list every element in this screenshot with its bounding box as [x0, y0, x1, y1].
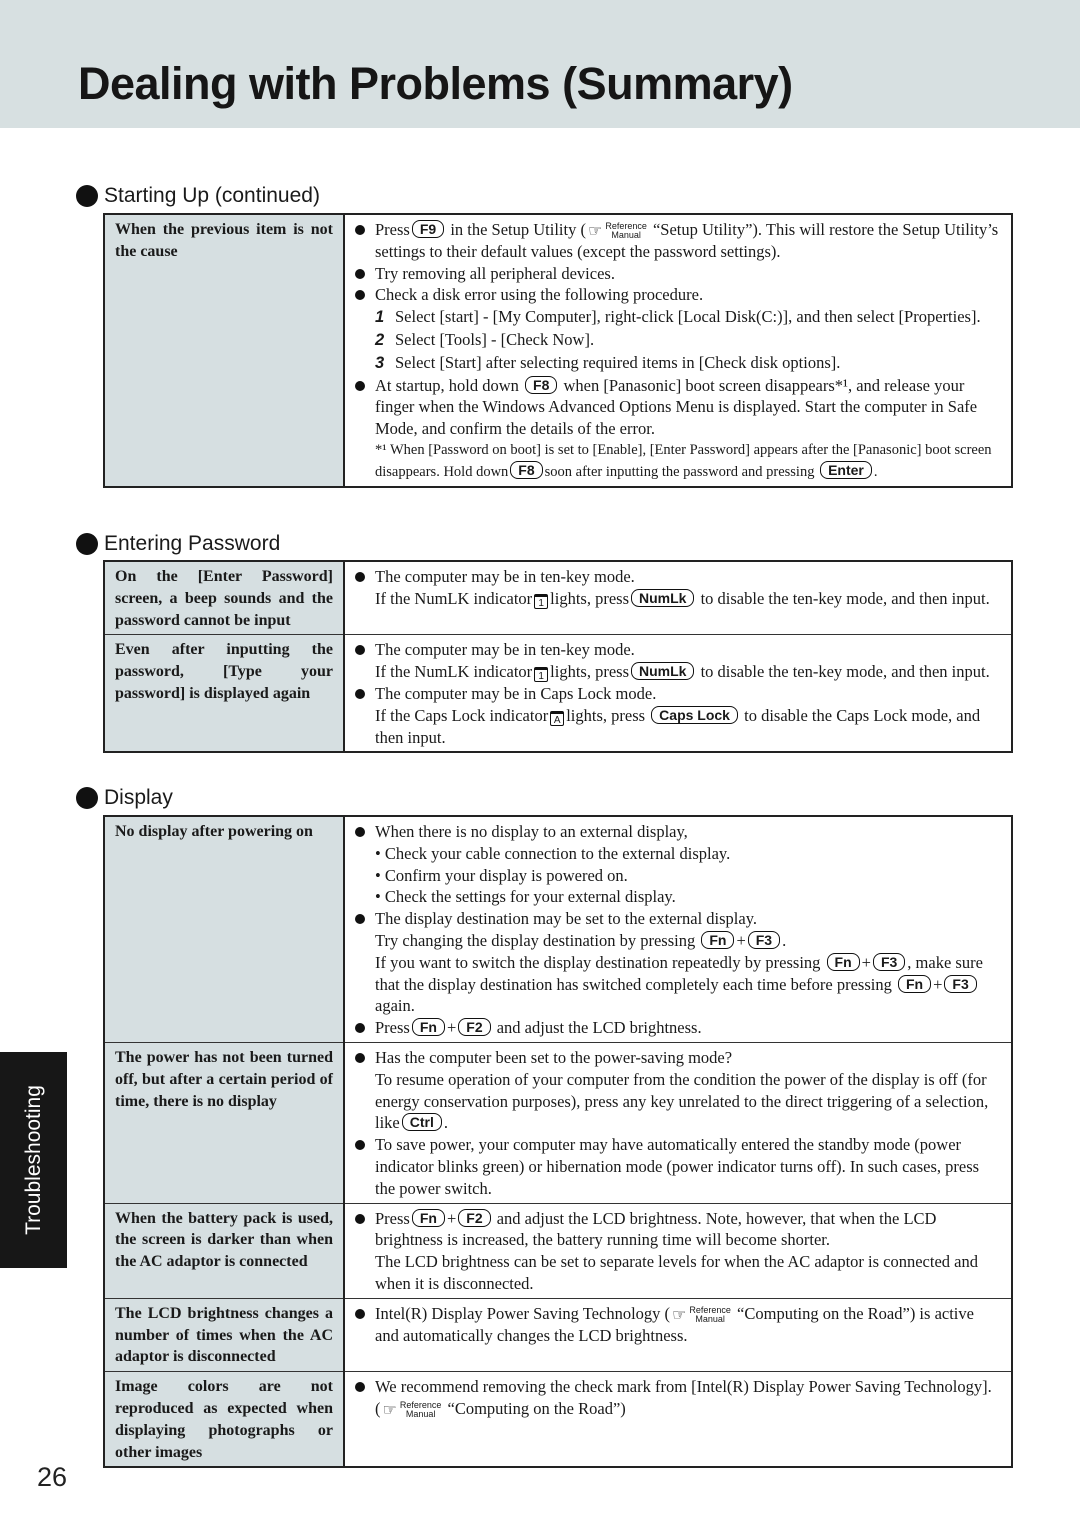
solution-cell: Press Fn + F2 and adjust the LCD brightness… [344, 1202, 1012, 1299]
cause-cell: Even after inputting the password, [Type… [104, 634, 345, 753]
key-caps-lock: Caps Lock [651, 705, 738, 724]
page-number: 26 [37, 1462, 68, 1492]
starting-up-table: When the previous item is not the cause … [103, 213, 1013, 488]
solution-item: Check a disk error using the following p… [355, 284, 1001, 306]
key-fn: Fn [897, 974, 932, 993]
key-f3: F3 [747, 930, 781, 949]
table-row: Even after inputting the password, [Type… [104, 634, 1012, 753]
solution-subitem: • Check the settings for your external d… [375, 887, 676, 907]
step-item: 2 Select [Tools] - [Check Now]. [375, 329, 595, 349]
solution-item: Press F9 in the Setup Utility (☞ Reference… [355, 219, 1001, 263]
section-heading-display: Display [76, 785, 173, 811]
reference-manual-icon: ☞ Reference Manual [382, 1400, 442, 1420]
section-heading-entering-password: Entering Password [76, 531, 280, 557]
pointing-hand-icon: ☞ [672, 1304, 687, 1324]
solution-detail: Try changing the display destination by … [375, 930, 787, 950]
capslock-indicator-icon: A [550, 710, 565, 726]
key-f9: F9 [411, 220, 445, 238]
solution-item: Try removing all peripheral devices. [355, 263, 1001, 285]
bullet-icon [76, 787, 98, 809]
solution-cell: The computer may be in ten-key mode. If … [344, 561, 1012, 635]
cause-cell: The LCD brightness changes a number of t… [104, 1297, 345, 1372]
reference-manual-icon: ☞ Reference Manual [672, 1304, 731, 1324]
pointing-hand-icon: ☞ [587, 221, 603, 241]
key-f2: F2 [458, 1018, 491, 1037]
solution-detail: If you want to switch the display destin… [375, 952, 983, 1016]
cause-cell: No display after powering on [104, 816, 345, 1043]
bullet-icon [76, 185, 98, 207]
key-fn: Fn [411, 1018, 445, 1037]
solution-cell: Press F9 in the Setup Utility (☞ Reference… [344, 214, 1012, 487]
key-f8: F8 [510, 460, 543, 479]
section-heading-starting-up: Starting Up (continued) [76, 183, 320, 209]
solution-detail: If the NumLK indicator 1 lights, press NumL… [375, 662, 990, 683]
table-row: On the [Enter Password] screen, a beep s… [104, 561, 1012, 635]
solution-detail: The LCD brightness can be set to separat… [375, 1252, 978, 1293]
key-enter: Enter [820, 460, 872, 479]
solution-subitem: • Check your cable connection to the ext… [375, 843, 731, 863]
solution-item: The computer may be in ten-key mode. [355, 639, 1001, 661]
footnote: *¹ When [Password on boot] is set to [En… [375, 441, 992, 480]
step-item: 3 Select [Start] after selecting required… [375, 352, 841, 372]
numlock-indicator-icon: 1 [534, 667, 549, 683]
key-f3: F3 [872, 952, 906, 971]
key-numlk: NumLk [631, 588, 695, 607]
key-numlk: NumLk [631, 662, 695, 681]
page-title: Dealing with Problems (Summary) [78, 58, 793, 109]
solution-cell: Has the computer been set to the power-s… [344, 1041, 1012, 1204]
numlock-indicator-icon: 1 [534, 593, 549, 609]
solution-item: The display destination may be set to th… [355, 908, 1001, 930]
reference-manual-icon: ☞ Reference Manual [587, 221, 647, 241]
solution-item: Press Fn + F2 and adjust the LCD brightness… [355, 1208, 1001, 1252]
solution-item: At startup, hold down F8 when [Panasonic… [355, 375, 1001, 440]
step-item: 1 Select [start] - [My Computer], right-c… [375, 307, 981, 327]
solution-item: We recommend removing the check mark fro… [355, 1376, 1001, 1420]
solution-detail: If the Caps Lock indicator Alights, press… [375, 705, 981, 747]
table-row: When the battery pack is used, the scree… [104, 1202, 1012, 1299]
solution-detail: If the NumLK indicator 1 lights, press NumL… [375, 588, 990, 609]
solution-cell: Intel(R) Display Power Saving Technology… [344, 1297, 1012, 1372]
solution-item: To save power, your computer may have au… [355, 1134, 1001, 1199]
cause-cell: The power has not been turned off, but a… [104, 1041, 345, 1204]
solution-item: The computer may be in Caps Lock mode. [355, 683, 1001, 705]
side-tab-troubleshooting: Troubleshooting [0, 1052, 67, 1268]
key-f8: F8 [525, 375, 558, 394]
key-fn: Fn [826, 952, 860, 971]
key-fn: Fn [701, 930, 735, 949]
solution-cell: The computer may be in ten-key mode. If … [344, 634, 1012, 753]
entering-password-table: On the [Enter Password] screen, a beep s… [103, 560, 1013, 754]
solution-item: Has the computer been set to the power-s… [355, 1047, 1001, 1069]
solution-cell: When there is no display to an external … [344, 816, 1012, 1043]
cause-cell: On the [Enter Password] screen, a beep s… [104, 561, 345, 635]
pointing-hand-icon: ☞ [382, 1400, 397, 1420]
table-row: When the previous item is not the cause … [104, 214, 1012, 487]
solution-cell: We recommend removing the check mark fro… [344, 1371, 1012, 1468]
cause-cell: Image colors are not reproduced as expec… [104, 1371, 345, 1468]
key-f2: F2 [458, 1208, 491, 1227]
table-row: The LCD brightness changes a number of t… [104, 1297, 1012, 1372]
table-row: The power has not been turned off, but a… [104, 1041, 1012, 1204]
key-fn: Fn [411, 1208, 445, 1227]
display-table: No display after powering on When there … [103, 815, 1013, 1469]
key-f3: F3 [944, 974, 977, 993]
solution-item: Press Fn + F2 and adjust the LCD brightness… [355, 1017, 1001, 1039]
solution-item: When there is no display to an external … [355, 821, 1001, 843]
cause-cell: When the previous item is not the cause [104, 214, 345, 487]
solution-item: The computer may be in ten-key mode. [355, 566, 1001, 588]
table-row: No display after powering on When there … [104, 816, 1012, 1043]
solution-subitem: • Confirm your display is powered on. [375, 865, 628, 885]
solution-item: Intel(R) Display Power Saving Technology… [355, 1303, 1001, 1347]
bullet-icon [76, 533, 98, 555]
table-row: Image colors are not reproduced as expec… [104, 1371, 1012, 1468]
key-ctrl: Ctrl [401, 1113, 442, 1132]
cause-cell: When the battery pack is used, the scree… [104, 1202, 345, 1299]
solution-detail: To resume operation of your computer fro… [375, 1069, 989, 1133]
